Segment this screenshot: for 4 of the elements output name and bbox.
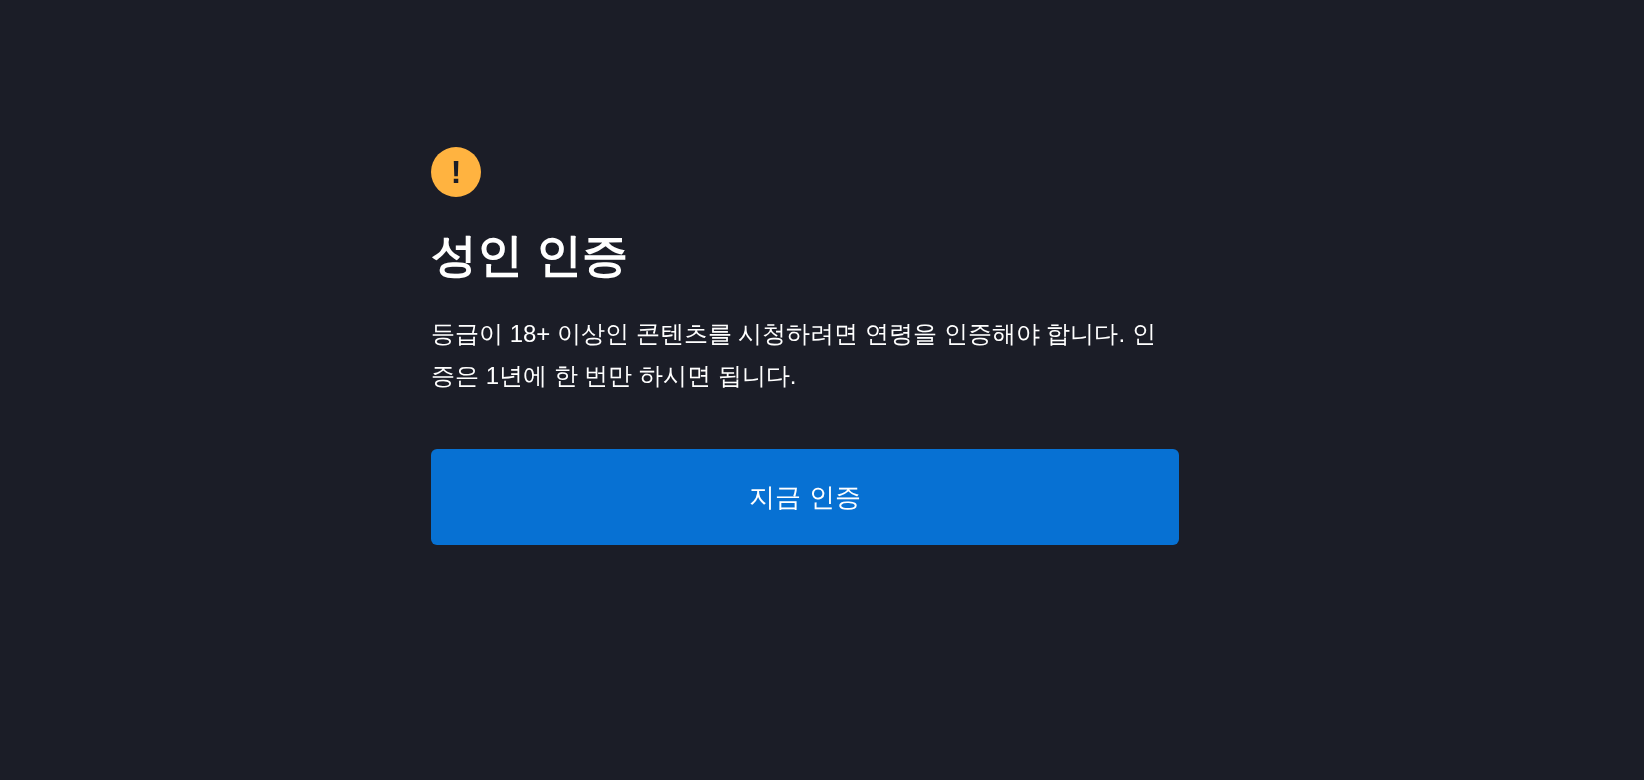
dialog-title: 성인 인증 [431, 228, 629, 283]
verify-button[interactable]: 지금 인증 [431, 449, 1179, 545]
warning-icon: ! [431, 147, 481, 197]
message-text: 등급이 18+ 이상인 콘텐츠를 시청하려면 연령을 인증해야 합니다. 인증은 1년에 한 번만 하시면 됩니다. [431, 319, 1157, 391]
